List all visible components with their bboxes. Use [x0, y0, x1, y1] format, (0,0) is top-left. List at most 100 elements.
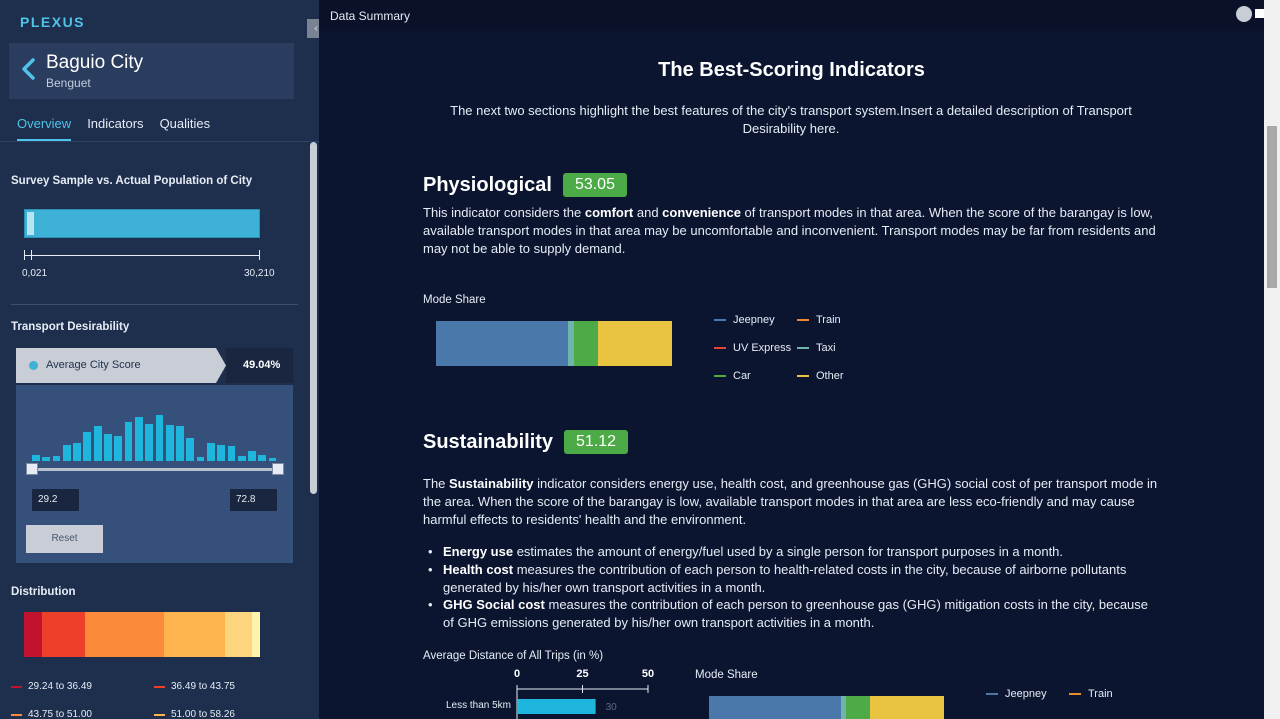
histogram-panel: 29.2 72.8 Reset — [16, 385, 293, 563]
main-heading: The Best-Scoring Indicators — [658, 59, 925, 81]
page-title: Data Summary — [330, 9, 411, 23]
list-item: GHG Social cost measures the contributio… — [423, 596, 1161, 632]
tab-indicators[interactable]: Indicators — [87, 116, 143, 141]
histogram-bar — [42, 456, 51, 461]
distribution-legend-item: 36.49 to 43.75 — [154, 681, 235, 692]
sample-bar — [27, 212, 34, 235]
text-run: This indicator considers the — [423, 205, 585, 220]
histogram-bar — [206, 442, 215, 461]
distribution-segment — [85, 612, 165, 657]
score-badge: 51.12 — [564, 430, 629, 454]
axis-tick — [24, 250, 25, 260]
tick-label: 50 — [642, 668, 654, 680]
mode-share-segment — [869, 696, 944, 719]
legend-item: Jeepney — [714, 314, 775, 326]
axis-tick — [259, 250, 260, 260]
axis-tick — [31, 250, 32, 260]
sidebar-tabs: Overview Indicators Qualities — [17, 116, 210, 141]
legend-swatch — [154, 713, 165, 716]
bold-term: Sustainability — [449, 476, 534, 491]
histogram-bar — [268, 457, 277, 461]
histogram-bar — [165, 424, 174, 461]
physiological-header: Physiological 53.05 — [423, 173, 627, 197]
score-badge: 53.05 — [562, 173, 627, 197]
sustainability-bullets: Energy use estimates the amount of energ… — [423, 543, 1161, 632]
sidebar: PLEXUS Baguio City Benguet Overview Indi… — [0, 0, 319, 719]
legend-label: 29.24 to 36.49 — [28, 681, 92, 692]
legend-item: Taxi — [797, 342, 836, 354]
legend-item: Train — [797, 314, 841, 326]
text-run: The — [423, 476, 450, 491]
histogram-bar — [104, 433, 112, 461]
bold-term: comfort — [584, 205, 634, 220]
legend-item: Car — [714, 370, 751, 382]
legend-label: 36.49 to 43.75 — [171, 681, 235, 692]
physiological-description: This indicator considers the comfort and… — [423, 204, 1161, 258]
range-slider-min-handle[interactable] — [26, 463, 38, 475]
sustainability-header: Sustainability 51.12 — [423, 430, 629, 454]
histogram-bar — [93, 425, 102, 461]
legend-item: Train — [1069, 688, 1113, 700]
top-bar: Data Summary — [319, 0, 1280, 31]
legend-label: Jeepney — [733, 314, 775, 326]
histogram-bar — [114, 436, 123, 461]
distribution-legend-item: 51.00 to 58.26 — [154, 709, 235, 719]
range-slider-max-handle[interactable] — [272, 463, 284, 475]
distribution-legend-item: 29.24 to 36.49 — [11, 681, 92, 692]
indicator-name: Sustainability — [423, 430, 554, 453]
histogram-bar — [73, 442, 81, 461]
distribution-segment — [224, 612, 252, 657]
histogram-bar — [196, 456, 205, 461]
tick-label: 25 — [576, 668, 588, 680]
tab-overview[interactable]: Overview — [17, 116, 72, 141]
brand-logo: PLEXUS — [20, 14, 86, 30]
text-run: estimates the amount of energy/fuel used… — [513, 544, 1064, 559]
range-slider-track[interactable] — [31, 468, 278, 471]
list-item: Health cost measures the contribution of… — [423, 561, 1161, 597]
bold-term: Health cost — [443, 561, 514, 577]
city-card: Baguio City Benguet — [9, 43, 294, 99]
list-item: Energy use estimates the amount of energ… — [423, 543, 1161, 561]
main-content: The Best-Scoring Indicators The next two… — [319, 31, 1264, 719]
sidebar-scrollbar[interactable] — [310, 142, 317, 494]
legend-swatch — [797, 347, 809, 349]
legend-label: 43.75 to 51.00 — [28, 709, 92, 719]
legend-swatch — [797, 319, 809, 321]
mode-share-segment — [846, 696, 870, 719]
chart-title: Mode Share — [423, 294, 486, 306]
settings-icon[interactable] — [1236, 6, 1252, 22]
mode-share-segment — [597, 321, 672, 366]
page-scrollbar[interactable] — [1264, 0, 1280, 719]
legend-label: Taxi — [816, 342, 836, 354]
histogram-bar — [217, 445, 226, 461]
legend-label: 51.00 to 58.26 — [171, 709, 235, 719]
indicator-name: Physiological — [423, 173, 552, 196]
province-name: Benguet — [46, 76, 91, 90]
histogram-bar — [124, 422, 133, 461]
mode-share-segment — [574, 321, 598, 366]
histogram-bar — [134, 416, 143, 461]
histogram-bar — [227, 446, 236, 461]
reset-button[interactable]: Reset — [26, 525, 103, 553]
histogram-bar — [176, 425, 184, 461]
histogram-bar — [52, 455, 61, 461]
chevron-left-icon[interactable] — [19, 57, 39, 81]
bar — [517, 699, 596, 714]
sustainability-description: The Sustainability indicator considers e… — [423, 475, 1161, 529]
range-min-input[interactable]: 29.2 — [32, 489, 79, 511]
average-score-row: Average City Score 49.04% — [16, 348, 293, 383]
range-max-input[interactable]: 72.8 — [230, 489, 277, 511]
distribution-segment — [41, 612, 86, 657]
legend-label: Train — [1088, 688, 1113, 700]
legend-swatch — [714, 319, 726, 321]
window-icon[interactable] — [1255, 9, 1264, 18]
page-scrollbar-thumb[interactable] — [1267, 126, 1277, 288]
population-min-label: 0,021 — [22, 268, 48, 279]
histogram-bar — [145, 423, 153, 461]
tab-qualities[interactable]: Qualities — [160, 116, 211, 141]
legend-item: Jeepney — [986, 688, 1047, 700]
histogram-bar — [62, 445, 71, 461]
text-run: measures the contribution of each person… — [443, 561, 1127, 595]
average-score-value-box: 49.04% — [226, 348, 293, 383]
legend-swatch — [154, 685, 165, 688]
